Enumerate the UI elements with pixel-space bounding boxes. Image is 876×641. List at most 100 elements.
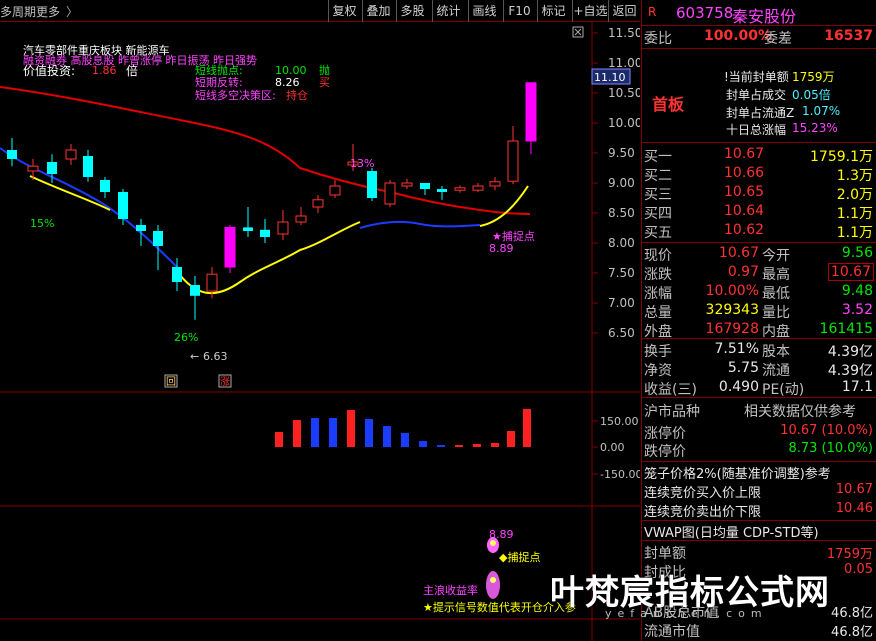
ma-blue-line-2 bbox=[359, 220, 481, 229]
limit-up-val: 10.67 (10.0%) bbox=[780, 423, 873, 438]
indicator-bars bbox=[275, 409, 531, 447]
stat-label: 收益(三) bbox=[644, 382, 697, 398]
draw-line-button[interactable]: 画线 bbox=[468, 0, 500, 22]
value-invest-num: 1.86 bbox=[92, 64, 117, 77]
seal-deal-label: 封单占成交 bbox=[726, 88, 787, 102]
short-sell-action: 抛 bbox=[319, 63, 330, 77]
overlay-button[interactable]: 叠加 bbox=[362, 0, 394, 22]
stock-r-icon: R bbox=[648, 5, 657, 19]
quote-value: 329343 bbox=[705, 302, 759, 318]
short-reversal-action: 买 bbox=[319, 76, 330, 89]
candle-body bbox=[206, 273, 218, 292]
bid-row[interactable]: 买一 10.67 1759.1万 bbox=[642, 146, 876, 165]
fuquan-button[interactable]: 复权 bbox=[328, 0, 360, 22]
auction-buy-val: 10.67 bbox=[835, 482, 873, 497]
limit-down-val: 8.73 (10.0%) bbox=[788, 441, 873, 456]
more-arrow-icon[interactable]: 〉 bbox=[66, 3, 78, 20]
candle-body bbox=[27, 165, 39, 172]
period-label[interactable]: 多周期 bbox=[0, 3, 36, 20]
seal-amt-val: 1759万 bbox=[826, 547, 873, 562]
quote-label: 涨幅 bbox=[644, 286, 672, 302]
tag-back-icon[interactable]: 回 bbox=[166, 376, 176, 388]
bid-volume: 2.0万 bbox=[836, 187, 873, 203]
auction-sell-val: 10.46 bbox=[835, 501, 873, 516]
market-note: 相关数据仅供参考 bbox=[744, 404, 856, 420]
back-button[interactable]: 返回 bbox=[608, 0, 640, 22]
price-tick: 9.00 bbox=[608, 176, 635, 190]
short-ls-val: 持仓 bbox=[286, 88, 308, 102]
vwap-label[interactable]: VWAP图(日均量 CDP-STD等) bbox=[644, 522, 819, 541]
bid-row[interactable]: 买三 10.65 2.0万 bbox=[642, 184, 876, 203]
add-watchlist-button[interactable]: +自选 bbox=[572, 0, 608, 22]
bid-label: 买一 bbox=[644, 149, 672, 165]
candle-body bbox=[367, 171, 377, 198]
candle-body bbox=[489, 181, 501, 187]
indicator-bar bbox=[365, 419, 373, 447]
chart-close-icon[interactable] bbox=[572, 26, 584, 38]
bid-label: 买五 bbox=[644, 225, 672, 241]
watermark-url: yefanchen.com bbox=[605, 607, 768, 620]
short-reversal-val: 8.26 bbox=[275, 76, 300, 89]
stats-button[interactable]: 统计 bbox=[432, 0, 464, 22]
price-tick: 9.50 bbox=[608, 146, 635, 160]
candle-body bbox=[153, 231, 163, 246]
price-tick: 10.00 bbox=[608, 116, 640, 130]
candlesticks bbox=[7, 82, 537, 320]
bid-volume: 1759.1万 bbox=[810, 149, 873, 165]
seal-amt-label: 封单额 bbox=[644, 546, 686, 562]
quote-row: 涨幅 10.00% 最低 9.48 bbox=[642, 283, 876, 302]
stat-label-2: 股本 bbox=[762, 344, 790, 360]
indicator-bar bbox=[383, 426, 391, 447]
quote-label-2: 最低 bbox=[762, 286, 790, 302]
indicator-bar bbox=[507, 431, 515, 447]
quote-value: 0.97 bbox=[727, 264, 759, 280]
candle-body bbox=[507, 140, 519, 182]
quote-label-2: 最高 bbox=[762, 267, 790, 283]
more-menu[interactable]: 更多 bbox=[36, 3, 60, 20]
kline-chart[interactable]: 11.50 11.00 10.50 10.00 9.50 9.00 8.50 8.00 7.50… bbox=[0, 22, 640, 641]
bid-price: 10.62 bbox=[724, 222, 765, 238]
indicator-tick: 0.00 bbox=[600, 441, 625, 454]
ten-day-label: 十日总涨幅 bbox=[726, 123, 787, 137]
quote-value-2: 9.56 bbox=[841, 245, 873, 261]
weicha-label: 委差 bbox=[764, 31, 792, 47]
stat-value-2: 4.39亿 bbox=[827, 363, 873, 379]
candle-body bbox=[454, 187, 466, 191]
tag-up-icon[interactable]: 涨 bbox=[220, 376, 230, 388]
value-invest-unit: 倍 bbox=[126, 63, 138, 78]
price-tick: 7.50 bbox=[608, 266, 635, 280]
bid-row[interactable]: 买五 10.62 1.1万 bbox=[642, 222, 876, 241]
stat-value: 5.75 bbox=[727, 360, 759, 376]
indicator-bar bbox=[523, 409, 531, 447]
seal-ratio-val: 0.05 bbox=[844, 562, 873, 577]
bid-price: 10.64 bbox=[724, 203, 765, 219]
market-label: 沪市品种 bbox=[644, 404, 700, 420]
multi-stock-button[interactable]: 多股 bbox=[396, 0, 428, 22]
f10-button[interactable]: F10 bbox=[503, 0, 535, 22]
candle-body bbox=[312, 199, 324, 208]
price-tick: 8.50 bbox=[608, 206, 635, 220]
price-tick: 7.00 bbox=[608, 296, 635, 310]
auction-sell-label: 连续竞价卖出价下限 bbox=[644, 505, 762, 520]
bid-price: 10.65 bbox=[724, 184, 765, 200]
stat-value-2: 17.1 bbox=[841, 379, 873, 395]
mark-button[interactable]: 标记 bbox=[537, 0, 569, 22]
weicha-val: 16537 bbox=[824, 28, 873, 44]
seal-deal-val: 0.05倍 bbox=[792, 88, 831, 102]
chart-toolbar: 多周期 更多 〉 复权 叠加 多股 统计 画线 F10 标记 +自选 返回 bbox=[0, 0, 640, 22]
candle-body bbox=[65, 149, 77, 160]
candle-body bbox=[401, 182, 413, 187]
quote-row: 总量 329343 量比 3.52 bbox=[642, 302, 876, 321]
bid-row[interactable]: 买四 10.64 1.1万 bbox=[642, 203, 876, 222]
candle-body bbox=[437, 189, 447, 192]
weibi-val: 100.00% bbox=[704, 28, 773, 44]
bid-row[interactable]: 买二 10.66 1.3万 bbox=[642, 165, 876, 184]
quote-row: 涨跌 0.97 最高 10.67 bbox=[642, 263, 876, 283]
candle-body bbox=[329, 185, 341, 196]
bid-label: 买三 bbox=[644, 187, 672, 203]
quote-label: 现价 bbox=[644, 248, 672, 264]
rocket-icon bbox=[486, 537, 500, 599]
candle-body bbox=[277, 221, 289, 235]
stat-label: 净资 bbox=[644, 363, 672, 379]
indicator-bar bbox=[437, 445, 445, 447]
